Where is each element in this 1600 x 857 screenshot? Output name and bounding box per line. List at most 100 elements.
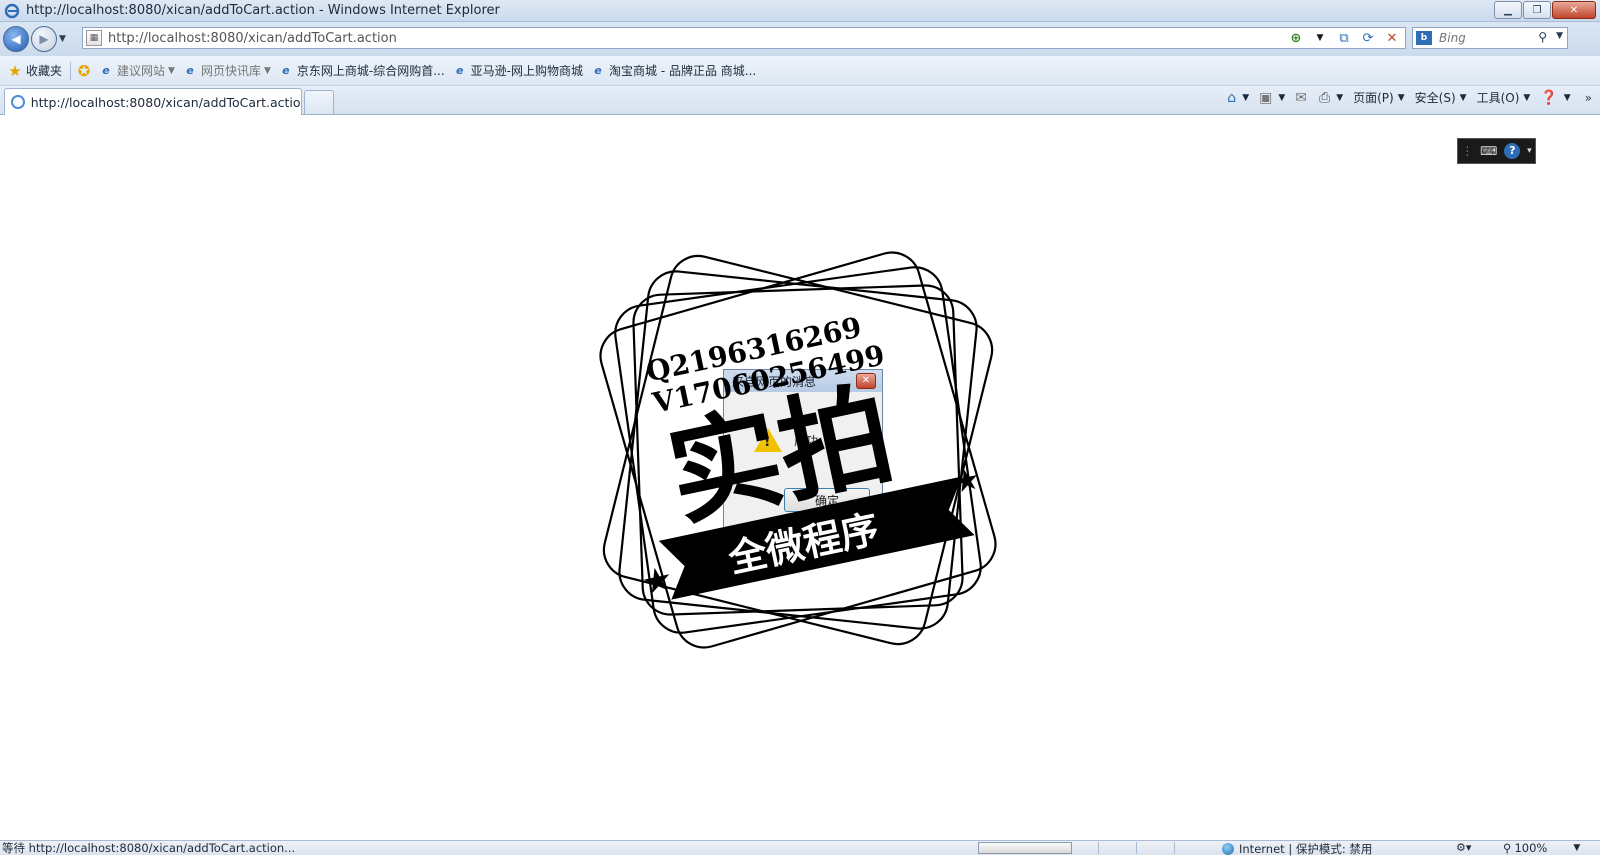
tab-label: http://localhost:8080/xican/addToCart.ac… xyxy=(30,94,301,110)
chevron-down-icon: ▼ xyxy=(1523,92,1531,103)
favorites-bar: ★ 收藏夹 ✪ e 建议网站 ▼ e 网页快讯库 ▼ e 京东网上商城-综合网购… xyxy=(0,56,1600,86)
back-button[interactable]: ◀ xyxy=(3,26,29,52)
fav-item-label: 淘宝商城 - 品牌正品 商城... xyxy=(609,64,757,78)
fav-item-label: 亚马逊-网上购物商城 xyxy=(470,64,584,78)
ime-options-icon[interactable]: ▾ xyxy=(1527,146,1532,156)
back-arrow-icon: ◀ xyxy=(11,32,21,46)
tools-menu[interactable]: 工具(O) ▼ xyxy=(1477,89,1531,106)
status-separator xyxy=(1174,842,1175,854)
chevron-down-icon: ▼ xyxy=(1278,92,1286,103)
chevron-down-icon: ▼ xyxy=(1336,92,1344,103)
chevron-down-icon: ▼ xyxy=(263,65,271,76)
address-bar[interactable]: ▦ http://localhost:8080/xican/addToCart.… xyxy=(82,27,1406,49)
alert-message: 成功 xyxy=(794,434,819,448)
search-provider-icon: b xyxy=(1416,31,1432,45)
alert-dialog: 来自网页的消息 ✕ ! 成功 确定 xyxy=(723,369,883,539)
fav-item-label: 建议网站 xyxy=(117,64,166,78)
compatibility-icon[interactable]: ⊕ xyxy=(1285,29,1307,47)
favorites-separator xyxy=(70,61,72,80)
add-to-favorites-bar-button[interactable]: ✪ xyxy=(77,61,95,80)
ime-toolbar[interactable]: ⋮ ⌨ ? ▾ xyxy=(1457,138,1536,164)
address-dropdown-icon[interactable]: ▼ xyxy=(1309,29,1331,47)
ime-help-icon[interactable]: ? xyxy=(1504,143,1521,159)
more-commands-icon[interactable]: » xyxy=(1585,91,1592,105)
alert-titlebar: 来自网页的消息 ✕ xyxy=(724,370,882,392)
alert-title: 来自网页的消息 xyxy=(732,374,817,389)
ie-page-icon: e xyxy=(282,64,290,77)
search-box[interactable]: b ⚲ ▼ xyxy=(1412,27,1568,49)
tab-current[interactable]: http://localhost:8080/xican/addToCart.ac… xyxy=(4,88,302,115)
printer-icon: ⎙ xyxy=(1319,89,1331,106)
window-title: http://localhost:8080/xican/addToCart.ac… xyxy=(26,3,500,18)
search-options-dropdown[interactable]: ▼ xyxy=(1556,31,1563,41)
chevron-down-icon: ▼ xyxy=(168,65,175,76)
status-separator xyxy=(1136,842,1137,854)
compat-view-icon[interactable]: ⧉ xyxy=(1333,29,1355,47)
page-menu[interactable]: 页面(P) ▼ xyxy=(1353,89,1405,106)
new-tab-button[interactable] xyxy=(304,90,334,114)
ie-page-icon: e xyxy=(186,64,194,77)
status-separator xyxy=(1098,842,1099,854)
chevron-down-icon: ▼ xyxy=(1242,92,1250,103)
page-menu-label: 页面(P) xyxy=(1353,91,1394,105)
popup-blocker-icon[interactable]: ⚙▾ xyxy=(1456,841,1471,854)
zoom-icon: ⚲ xyxy=(1503,841,1512,855)
fav-item-amazon[interactable]: e 亚马逊-网上购物商城 xyxy=(453,62,583,79)
search-icon[interactable]: ⚲ xyxy=(1538,30,1547,44)
fav-item-label: 京东网上商城-综合网购首... xyxy=(296,64,445,78)
read-mail-button[interactable]: ✉ xyxy=(1295,90,1309,106)
home-icon: ⌂ xyxy=(1227,89,1237,106)
home-button[interactable]: ⌂ ▼ xyxy=(1227,90,1249,106)
stop-icon[interactable]: ✕ xyxy=(1381,29,1403,47)
loading-icon xyxy=(11,95,25,109)
feeds-button[interactable]: ▣ ▼ xyxy=(1259,90,1285,106)
address-actions: ⊕ ▼ ⧉ ⟳ ✕ xyxy=(1285,29,1403,47)
page-icon: ▦ xyxy=(86,30,102,46)
restore-button[interactable]: ❐ xyxy=(1523,1,1551,19)
safety-menu[interactable]: 安全(S) ▼ xyxy=(1415,89,1467,106)
window-controls: ▁ ❐ ✕ xyxy=(1494,1,1596,19)
minimize-button[interactable]: ▁ xyxy=(1494,1,1522,19)
close-window-button[interactable]: ✕ xyxy=(1552,1,1596,19)
status-text: 等待 http://localhost:8080/xican/addToCart… xyxy=(2,841,296,855)
chevron-down-icon: ▼ xyxy=(1573,843,1581,853)
print-button[interactable]: ⎙ ▼ xyxy=(1319,90,1343,106)
fav-item-jd[interactable]: e 京东网上商城-综合网购首... xyxy=(279,62,445,79)
keyboard-icon[interactable]: ⌨ xyxy=(1480,144,1497,158)
alert-close-button[interactable]: ✕ xyxy=(856,373,876,389)
globe-icon xyxy=(1222,843,1234,855)
help-menu[interactable]: ❓ ▼ xyxy=(1540,90,1570,106)
ie-page-icon: e xyxy=(455,64,464,77)
progress-bar xyxy=(978,842,1072,854)
ok-button[interactable]: 确定 xyxy=(784,488,870,512)
favorites-button[interactable]: ★ 收藏夹 xyxy=(8,62,63,80)
help-icon: ❓ xyxy=(1540,89,1558,106)
fav-item-label: 网页快讯库 xyxy=(200,64,261,78)
command-bar: ⌂ ▼ ▣ ▼ ✉ ⎙ ▼ 页面(P) ▼ 安全(S) ▼ 工具(O) ▼ ❓ … xyxy=(1227,89,1592,106)
recent-pages-dropdown[interactable]: ▼ xyxy=(59,34,71,44)
chevron-down-icon: ▼ xyxy=(1397,92,1405,103)
zoom-control[interactable]: ⚲ 100% ▼ xyxy=(1503,841,1580,855)
ie-page-icon: e xyxy=(594,64,602,77)
zoom-level: 100% xyxy=(1514,841,1548,855)
fav-item-web-slice-gallery[interactable]: e 网页快讯库 ▼ xyxy=(183,62,271,79)
refresh-icon[interactable]: ⟳ xyxy=(1357,29,1379,47)
tools-menu-label: 工具(O) xyxy=(1476,91,1520,105)
grip-icon: ⋮ xyxy=(1461,144,1474,158)
chevron-down-icon: ▼ xyxy=(1459,92,1467,103)
forward-button[interactable]: ▶ xyxy=(31,26,57,52)
safety-menu-label: 安全(S) xyxy=(1414,91,1456,105)
mail-icon: ✉ xyxy=(1295,89,1307,106)
fav-item-tmall[interactable]: e 淘宝商城 - 品牌正品 商城... xyxy=(591,62,756,79)
status-bar: 等待 http://localhost:8080/xican/addToCart… xyxy=(0,840,1600,856)
forward-arrow-icon: ▶ xyxy=(39,32,49,46)
fav-item-suggested-sites[interactable]: e 建议网站 ▼ xyxy=(99,62,175,79)
favorites-label: 收藏夹 xyxy=(26,64,63,78)
address-url[interactable]: http://localhost:8080/xican/addToCart.ac… xyxy=(108,31,397,46)
warning-exclamation-icon: ! xyxy=(764,434,771,450)
add-favorite-icon: ✪ xyxy=(77,61,91,80)
ie-logo-icon xyxy=(4,3,20,18)
tab-row: http://localhost:8080/xican/addToCart.ac… xyxy=(0,86,1600,115)
search-input[interactable] xyxy=(1437,30,1537,46)
chevron-down-icon: ▼ xyxy=(1563,92,1571,103)
